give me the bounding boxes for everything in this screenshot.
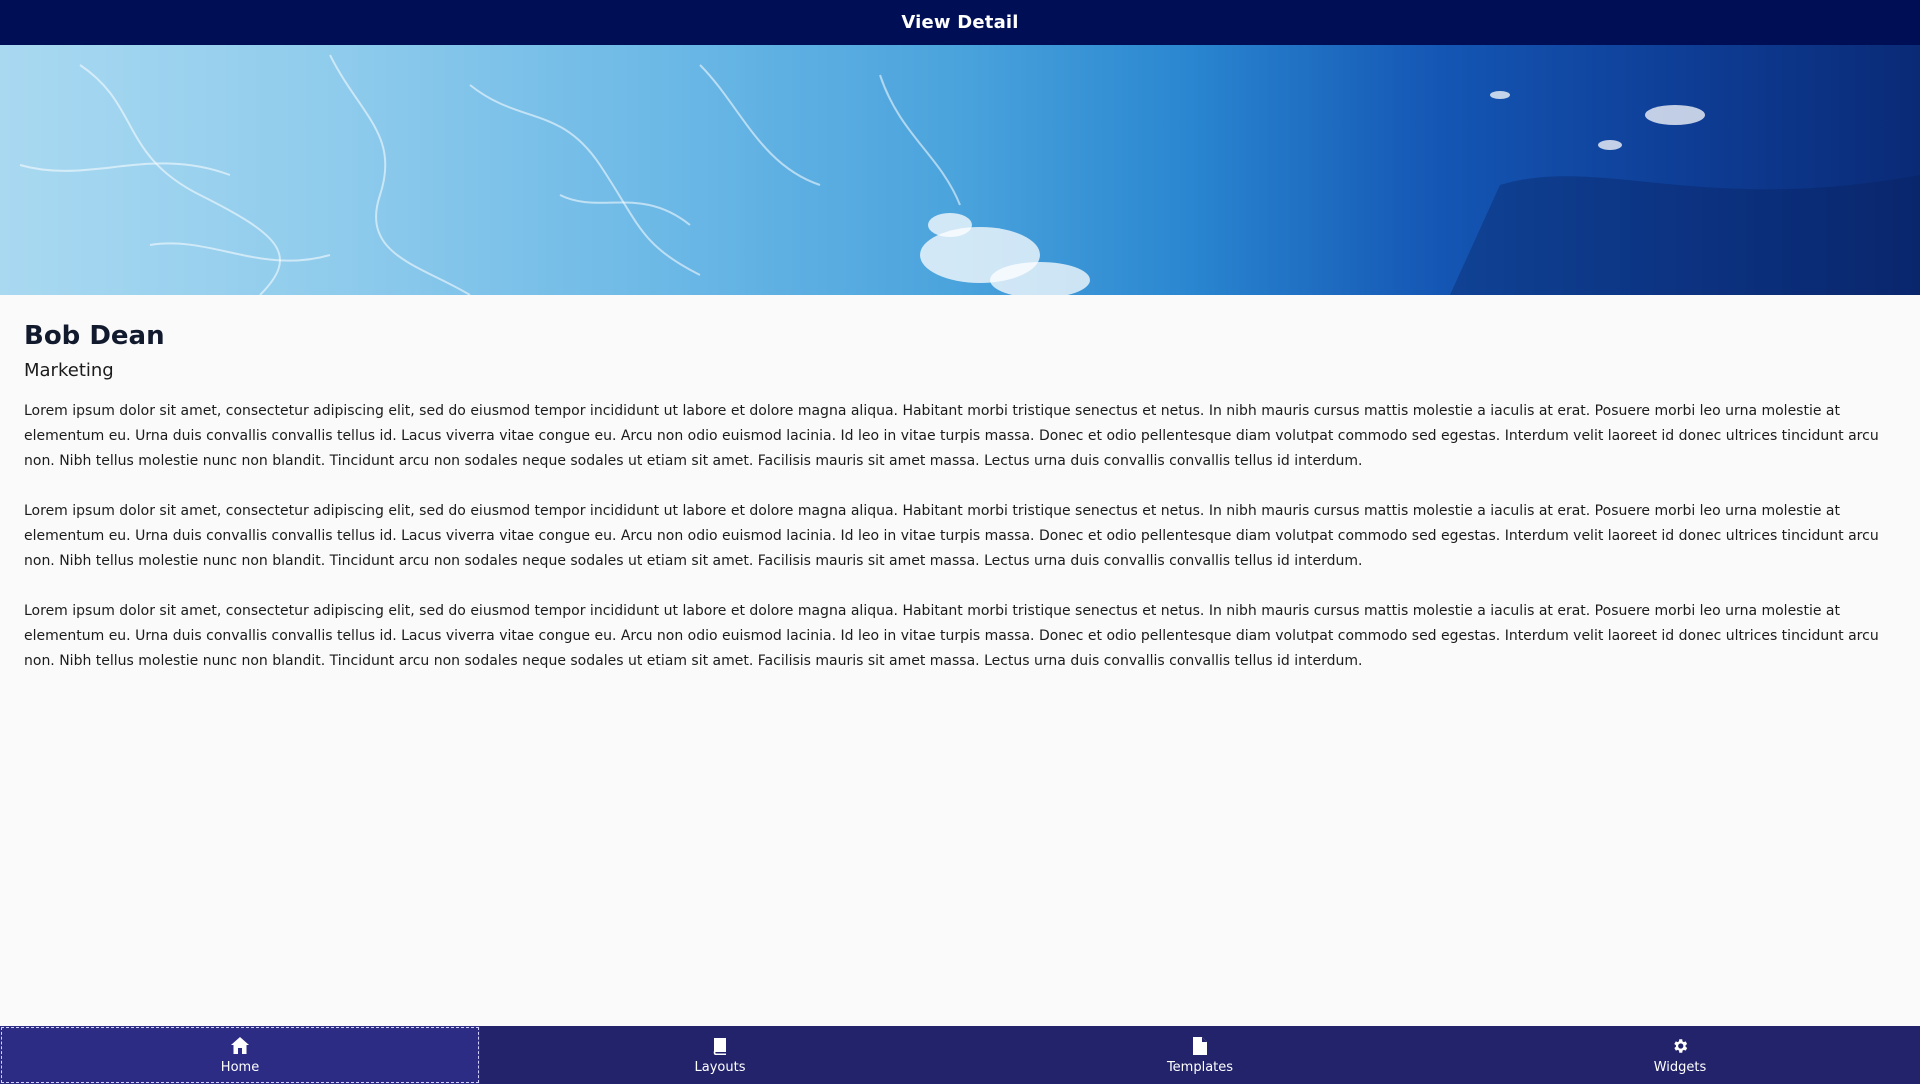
nav-item-templates[interactable]: Templates bbox=[960, 1026, 1440, 1084]
title-bar: View Detail bbox=[0, 0, 1920, 45]
person-name: Bob Dean bbox=[24, 321, 165, 351]
nav-label: Home bbox=[220, 1059, 260, 1075]
document-icon bbox=[1190, 1036, 1210, 1056]
home-icon bbox=[230, 1036, 250, 1056]
gear-icon bbox=[1670, 1036, 1690, 1056]
nav-item-widgets[interactable]: Widgets bbox=[1440, 1026, 1920, 1084]
nav-item-home[interactable]: Home bbox=[0, 1026, 480, 1084]
body-paragraph: Lorem ipsum dolor sit amet, consectetur … bbox=[24, 603, 1879, 669]
nav-label: Layouts bbox=[694, 1059, 746, 1075]
body-paragraph: Lorem ipsum dolor sit amet, consectetur … bbox=[24, 403, 1879, 469]
bottom-nav: Home Layouts Templates Widgets bbox=[0, 1026, 1920, 1084]
app-window: View Detail Bob Dean Marketing Lorem ips… bbox=[0, 0, 1920, 1084]
ocean-wave-image bbox=[19, 54, 1920, 295]
nav-label: Templates bbox=[1166, 1059, 1234, 1075]
detail-content: Bob Dean Marketing Lorem ipsum dolor sit… bbox=[24, 318, 1896, 674]
hero-image bbox=[0, 45, 1920, 295]
nav-item-layouts[interactable]: Layouts bbox=[480, 1026, 960, 1084]
book-icon bbox=[710, 1036, 730, 1056]
person-department: Marketing bbox=[24, 360, 114, 381]
body-paragraph: Lorem ipsum dolor sit amet, consectetur … bbox=[24, 503, 1879, 569]
nav-label: Widgets bbox=[1653, 1059, 1707, 1075]
page-title: View Detail bbox=[901, 12, 1019, 33]
